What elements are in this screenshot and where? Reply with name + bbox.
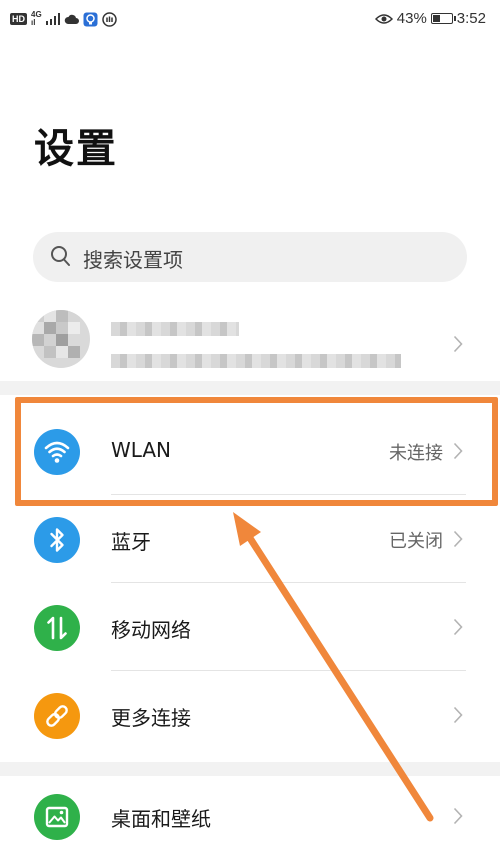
- status-left: HD 4G ıl: [10, 11, 117, 27]
- setting-label-bluetooth: 蓝牙: [111, 530, 151, 554]
- search-placeholder: 搜索设置项: [83, 248, 183, 272]
- hd-badge: HD: [10, 13, 27, 25]
- chevron-right-icon: [453, 530, 463, 548]
- section-divider: [0, 381, 500, 395]
- clock: 3:52: [456, 10, 486, 27]
- battery-icon: [430, 13, 456, 24]
- chevron-right-icon: [453, 618, 463, 636]
- setting-label-more-connections: 更多连接: [111, 706, 191, 730]
- chevron-right-icon: [453, 807, 463, 825]
- status-right: 43% 3:52: [374, 10, 486, 27]
- vpn-icon: [101, 11, 117, 27]
- account-name-blurred: [111, 322, 239, 336]
- setting-label-home-wallpaper: 桌面和壁纸: [111, 807, 211, 831]
- setting-row-mobile-network[interactable]: 移动网络: [0, 583, 500, 671]
- page-title: 设置: [34, 126, 118, 172]
- setting-row-home-wallpaper[interactable]: 桌面和壁纸: [0, 772, 500, 860]
- account-detail-blurred: [111, 354, 401, 368]
- setting-label-mobile-network: 移动网络: [111, 618, 191, 642]
- link-icon: [34, 693, 80, 739]
- avatar: [32, 310, 90, 368]
- notification-icon: [83, 12, 98, 26]
- network-type: 4G ıl: [31, 11, 42, 27]
- setting-status-wlan: 未连接: [389, 443, 443, 464]
- setting-row-wlan[interactable]: WLAN 未连接: [0, 407, 500, 495]
- chevron-right-icon: [453, 442, 463, 460]
- battery-fill: [432, 15, 440, 22]
- search-icon: [51, 246, 70, 266]
- bluetooth-icon: [34, 517, 80, 563]
- wifi-icon: [34, 429, 80, 475]
- wallpaper-icon: [34, 794, 80, 840]
- status-bar: HD 4G ıl 43% 3:52: [0, 0, 500, 40]
- account-row[interactable]: [0, 300, 500, 380]
- signal-icon: [45, 13, 60, 25]
- cloud-icon: [64, 14, 79, 24]
- setting-row-more-connections[interactable]: 更多连接: [0, 671, 500, 759]
- battery-percent: 43%: [396, 10, 427, 27]
- search-input[interactable]: 搜索设置项: [33, 232, 467, 282]
- setting-label-wlan: WLAN: [111, 438, 172, 462]
- setting-status-bluetooth: 已关闭: [389, 531, 443, 552]
- eye-comfort-icon: [374, 13, 393, 24]
- chevron-right-icon: [453, 706, 463, 724]
- network-sub-label: ıl: [31, 18, 36, 27]
- chevron-right-icon: [453, 335, 463, 353]
- mobile-data-icon: [34, 605, 80, 651]
- setting-row-bluetooth[interactable]: 蓝牙 已关闭: [0, 495, 500, 583]
